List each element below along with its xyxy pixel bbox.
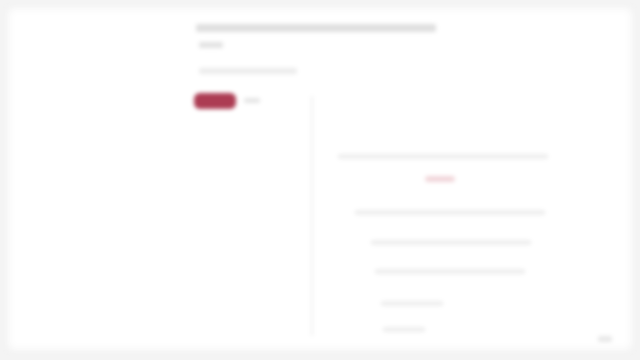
content-panel <box>311 96 613 336</box>
page-subtitle <box>199 42 223 48</box>
primary-action-button[interactable] <box>194 93 236 109</box>
corner-indicator-icon <box>598 336 612 342</box>
accent-highlight <box>425 176 455 182</box>
content-line <box>371 240 531 245</box>
page-title <box>196 24 436 32</box>
secondary-action-text <box>244 98 260 103</box>
content-line <box>383 327 425 332</box>
content-line <box>375 269 525 274</box>
content-line <box>338 154 548 159</box>
content-line <box>355 210 545 215</box>
app-window <box>6 6 634 352</box>
content-line <box>381 301 443 306</box>
page-meta <box>199 68 297 74</box>
